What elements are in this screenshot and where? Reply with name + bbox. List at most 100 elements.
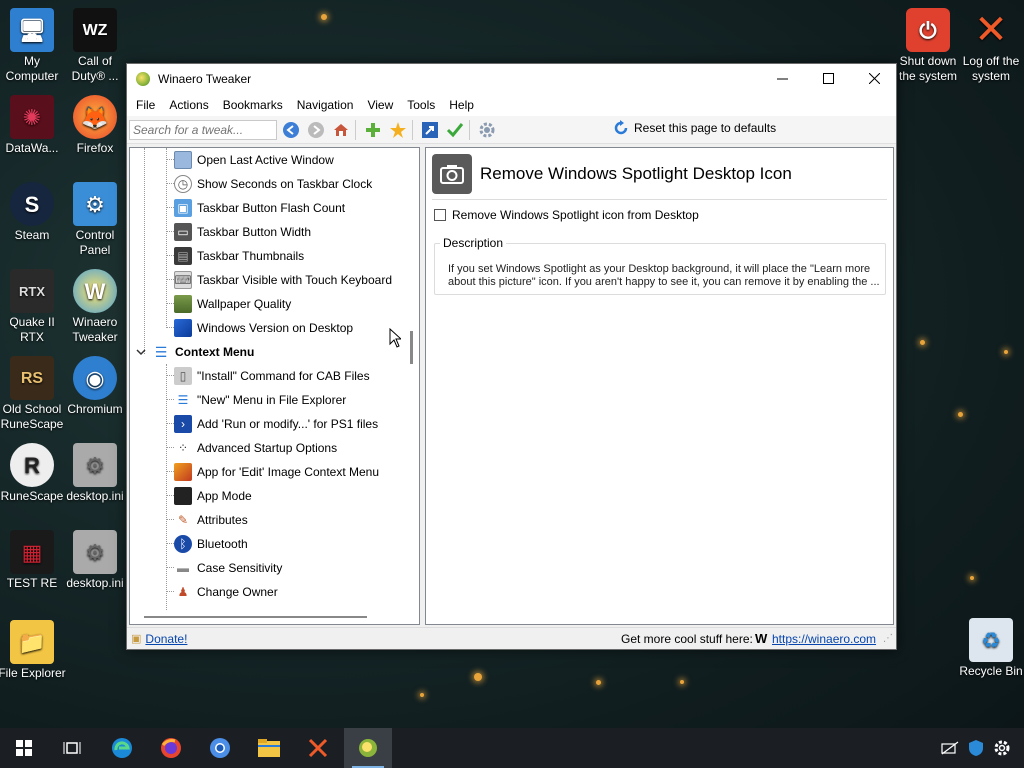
back-button[interactable] <box>280 119 302 141</box>
tree-item-change-owner[interactable]: ♟ Change Owner <box>174 580 278 604</box>
settings-file-icon: ⚙ <box>73 443 117 487</box>
minimize-button[interactable] <box>759 64 805 93</box>
menu-help[interactable]: Help <box>442 98 481 112</box>
desktop-icon-logoff[interactable]: ✕ Log off the system <box>956 8 1024 84</box>
tree-item-show-seconds[interactable]: ◷ Show Seconds on Taskbar Clock <box>174 172 372 196</box>
desktop-icon-desktop-ini-2[interactable]: ⚙ desktop.ini <box>60 530 130 591</box>
tree-item-run-ps1[interactable]: › Add 'Run or modify...' for PS1 files <box>174 412 378 436</box>
desktop-icon-desktop-ini[interactable]: ⚙ desktop.ini <box>60 443 130 504</box>
tree-connector <box>166 375 174 376</box>
menu-view[interactable]: View <box>360 98 400 112</box>
desktop-icon-control-panel[interactable]: ⚙ Control Panel <box>60 182 130 258</box>
desktop-icon-my-computer[interactable]: 🖥 My Computer <box>0 8 67 84</box>
desktop-icon-test-re[interactable]: ▦ TEST RE <box>0 530 67 591</box>
new-menu-icon: ☰ <box>177 393 189 407</box>
tree-item-app-mode[interactable]: App Mode <box>174 484 252 508</box>
task-view-button[interactable] <box>48 728 96 768</box>
desktop-icon-winaero[interactable]: W Winaero Tweaker <box>60 269 130 345</box>
tree-item-advanced-startup[interactable]: ⁘ Advanced Startup Options <box>174 436 337 460</box>
tree-category-label: Context Menu <box>175 345 255 359</box>
apply-button[interactable] <box>444 119 466 141</box>
chevron-down-icon[interactable] <box>136 347 146 357</box>
tweak-tree[interactable]: Open Last Active Window ◷ Show Seconds o… <box>129 147 420 625</box>
taskbar-winaero-tweaker[interactable] <box>344 728 392 768</box>
forward-button[interactable] <box>305 119 327 141</box>
remove-spotlight-checkbox[interactable] <box>434 209 446 221</box>
desktop-icon-shutdown[interactable]: ⏻ Shut down the system <box>893 8 963 84</box>
close-button[interactable] <box>851 64 897 93</box>
desktop-icon-steam[interactable]: S Steam <box>0 182 67 243</box>
tree-item-flash-count[interactable]: ▣ Taskbar Button Flash Count <box>174 196 345 220</box>
taskbar-firefox[interactable] <box>147 728 195 768</box>
desktop-icon-label: Quake II RTX <box>9 315 55 344</box>
desktop-icon-osrs[interactable]: RS Old School RuneScape <box>0 356 67 432</box>
tree-item-touch-keyboard[interactable]: ⌨ Taskbar Visible with Touch Keyboard <box>174 268 392 292</box>
taskbar-close-app[interactable] <box>294 728 342 768</box>
tree-item-label: "New" Menu in File Explorer <box>197 393 347 407</box>
settings-gear-icon[interactable] <box>992 738 1012 758</box>
scrollbar-thumb[interactable] <box>410 331 413 364</box>
taskbar-chromium[interactable] <box>196 728 244 768</box>
bluetooth-icon: ᛒ <box>174 535 192 553</box>
tree-connector <box>166 519 174 520</box>
home-button[interactable] <box>330 119 352 141</box>
desktop-icon-file-explorer[interactable]: 📁 File Explorer <box>0 620 67 681</box>
tree-item-windows-version[interactable]: Windows Version on Desktop <box>174 316 353 340</box>
donate-link[interactable]: Donate! <box>145 632 187 646</box>
taskbar-edge[interactable] <box>98 728 146 768</box>
tree-item-new-menu[interactable]: ☰ "New" Menu in File Explorer <box>174 388 347 412</box>
desktop-icon-recycle-bin[interactable]: ♻ Recycle Bin <box>956 618 1024 679</box>
security-shield-icon[interactable] <box>966 738 986 758</box>
tree-vertical-scrollbar[interactable] <box>405 148 419 624</box>
home-icon <box>334 123 348 136</box>
menu-navigation[interactable]: Navigation <box>290 98 361 112</box>
tree-item-case-sensitivity[interactable]: ▬ Case Sensitivity <box>174 556 282 580</box>
tree-item-open-last-active-window[interactable]: Open Last Active Window <box>174 148 334 172</box>
maximize-button[interactable] <box>805 64 851 93</box>
back-arrow-icon <box>283 121 299 138</box>
tree-connector <box>166 159 174 160</box>
desktop-icon-chromium[interactable]: ◉ Chromium <box>60 356 130 417</box>
desktop-icon-datawa[interactable]: ✺ DataWa... <box>0 95 67 156</box>
tree-connector <box>166 495 174 496</box>
search-input[interactable] <box>129 119 277 140</box>
menu-file[interactable]: File <box>129 98 162 112</box>
tree-item-thumbnails[interactable]: ▤ Taskbar Thumbnails <box>174 244 304 268</box>
tree-item-install-cab[interactable]: ▯ "Install" Command for CAB Files <box>174 364 370 388</box>
menu-bookmarks[interactable]: Bookmarks <box>216 98 290 112</box>
desktop-icon-label: Control Panel <box>75 228 115 257</box>
tree-item-label: Advanced Startup Options <box>197 441 338 455</box>
settings-button[interactable] <box>476 119 498 141</box>
tree-item-edit-image[interactable]: App for 'Edit' Image Context Menu <box>174 460 379 484</box>
desktop-icon-call-of-duty[interactable]: WZ Call of Duty® ... <box>60 8 130 84</box>
tree-item-bluetooth[interactable]: ᛒ Bluetooth <box>174 532 248 556</box>
resize-grip-icon[interactable]: ⋰ <box>883 633 893 644</box>
winaero-link[interactable]: https://winaero.com <box>772 632 876 646</box>
reset-page-button[interactable]: Reset this page to defaults <box>613 120 776 136</box>
spinner-icon: ⁘ <box>177 441 189 455</box>
add-bookmark-button[interactable] <box>362 119 384 141</box>
tree-item-wallpaper-quality[interactable]: Wallpaper Quality <box>174 292 291 316</box>
tree-horizontal-scrollbar[interactable] <box>130 610 406 624</box>
scrollbar-thumb[interactable] <box>144 616 367 618</box>
tree-category-context-menu[interactable]: ☰ Context Menu <box>136 340 254 364</box>
image-edit-icon <box>174 463 192 481</box>
desktop-icon-label: DataWa... <box>5 141 59 155</box>
taskbar-file-explorer[interactable] <box>245 728 293 768</box>
desktop-icon-runescape[interactable]: R RuneScape <box>0 443 67 504</box>
network-disconnected-icon[interactable] <box>940 738 960 758</box>
start-button[interactable] <box>0 728 48 768</box>
menu-bar: File Actions Bookmarks Navigation View T… <box>127 93 896 116</box>
shortcut-button[interactable] <box>419 119 441 141</box>
tree-item-button-width[interactable]: ▭ Taskbar Button Width <box>174 220 311 244</box>
remove-spotlight-option[interactable]: Remove Windows Spotlight icon from Deskt… <box>434 208 699 222</box>
desktop-icon-quake[interactable]: RTX Quake II RTX <box>0 269 67 345</box>
desktop-icon-firefox[interactable]: 🦊 Firefox <box>60 95 130 156</box>
tree-item-attributes[interactable]: ✎ Attributes <box>174 508 248 532</box>
refresh-icon <box>614 120 628 135</box>
menu-actions[interactable]: Actions <box>162 98 215 112</box>
title-bar[interactable]: Winaero Tweaker <box>127 64 896 93</box>
bookmarks-button[interactable] <box>387 119 409 141</box>
menu-tools[interactable]: Tools <box>400 98 442 112</box>
desktop-icon-label: Recycle Bin <box>959 664 1023 678</box>
